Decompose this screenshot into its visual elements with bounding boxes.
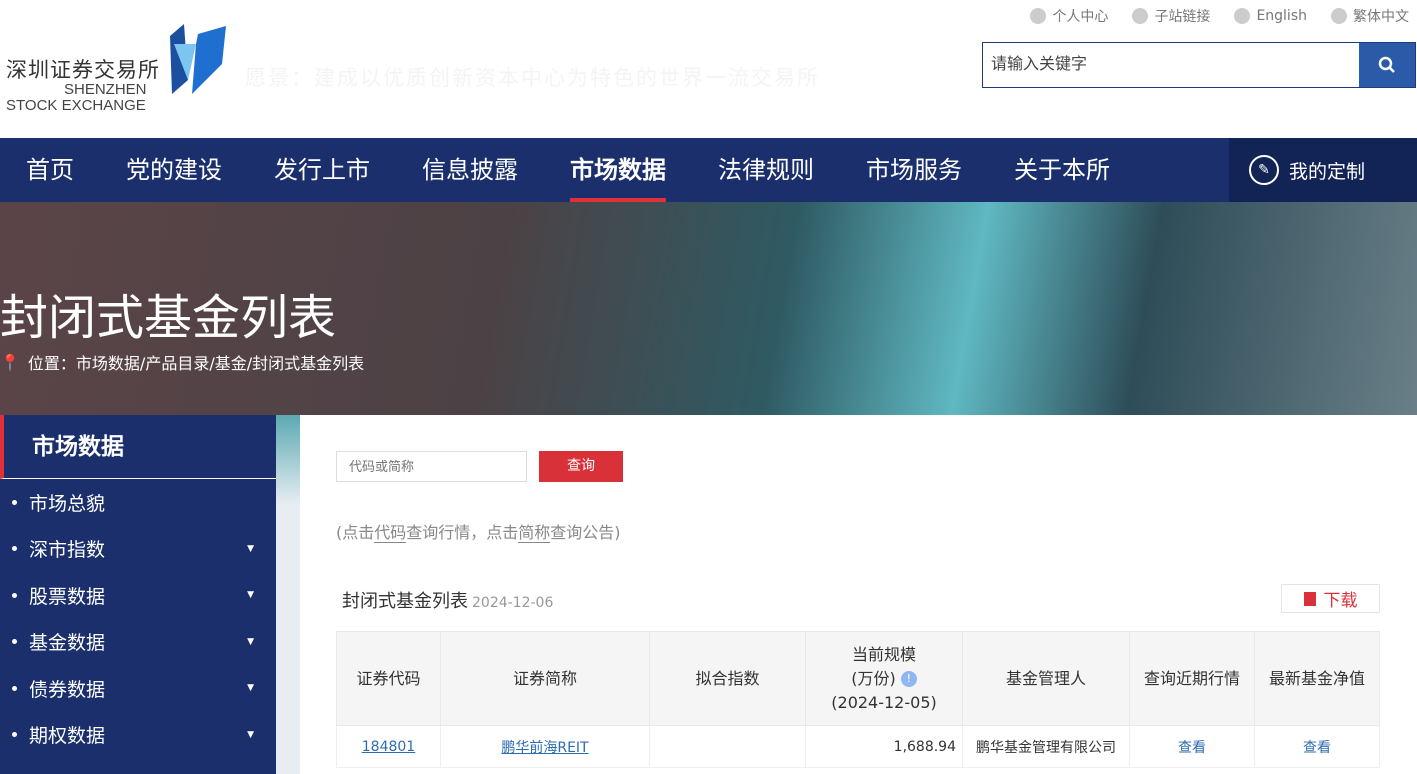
caret-down-icon: ▼	[247, 729, 254, 740]
list-date: 2024-12-06	[472, 595, 554, 611]
nav-about[interactable]: 关于本所	[988, 138, 1136, 202]
sidebar-item-index[interactable]: 深市指数 ▼	[0, 526, 276, 573]
my-custom-button[interactable]: ✎ 我的定制	[1229, 138, 1417, 202]
sidebar-item-overview[interactable]: 市场总貌	[0, 479, 276, 526]
vision-slogan: 愿景：建成以优质创新资本中心为特色的世界一流交易所	[245, 66, 820, 90]
sidebar-item-bond[interactable]: 债券数据 ▼	[0, 665, 276, 712]
fund-code-link[interactable]: 184801	[362, 739, 415, 755]
search-icon	[1378, 56, 1395, 73]
custom-icon: ✎	[1249, 155, 1279, 185]
col-quote: 查询近期行情	[1129, 631, 1255, 726]
col-manager: 基金管理人	[962, 631, 1130, 726]
col-nav: 最新基金净值	[1254, 631, 1380, 726]
excel-icon	[1303, 591, 1316, 606]
nav-home[interactable]: 首页	[0, 138, 100, 202]
user-center-link[interactable]: 个人中心	[1030, 6, 1108, 26]
fund-manager: 鹏华基金管理有限公司	[962, 725, 1130, 768]
query-button[interactable]: 查询	[539, 451, 623, 482]
col-scale: 当前规模 (万份) ! (2024-12-05)	[805, 631, 963, 726]
caret-down-icon: ▼	[247, 543, 254, 554]
site-search	[982, 42, 1416, 88]
download-button[interactable]: 下载	[1281, 584, 1380, 613]
sidebar-item-stock[interactable]: 股票数据 ▼	[0, 572, 276, 619]
col-code: 证券代码	[336, 631, 441, 726]
link-icon	[1132, 8, 1149, 24]
globe-icon	[1234, 8, 1251, 24]
caret-down-icon: ▼	[247, 683, 254, 694]
globe-icon	[1331, 8, 1347, 24]
subsite-link[interactable]: 子站链接	[1132, 6, 1210, 26]
fund-scale: 1,688.94	[805, 725, 963, 768]
nav-listing[interactable]: 发行上市	[248, 138, 396, 202]
page-title: 封闭式基金列表	[0, 290, 337, 346]
view-nav-link[interactable]: 查看	[1254, 725, 1380, 768]
sidebar-title: 市场数据	[0, 415, 276, 479]
custom-label: 我的定制	[1289, 160, 1366, 183]
logo-text-cn: 深圳证券交易所	[6, 58, 160, 82]
info-icon[interactable]: !	[900, 671, 917, 687]
header: 深圳证券交易所 SHENZHEN STOCK EXCHANGE 愿景：建成以优质创…	[0, 0, 1417, 138]
list-title: 封闭式基金列表 2024-12-06	[342, 591, 554, 612]
user-icon	[1030, 8, 1047, 24]
nav-party[interactable]: 党的建设	[100, 138, 248, 202]
banner: 封闭式基金列表 📍 位置：市场数据/产品目录/基金/封闭式基金列表	[0, 202, 1417, 415]
nav-disclosure[interactable]: 信息披露	[396, 138, 544, 202]
sidebar-item-option[interactable]: 期权数据 ▼	[0, 712, 276, 759]
col-index: 拟合指数	[649, 631, 806, 726]
table-row: 184801 鹏华前海REIT 1,688.94 鹏华基金管理有限公司 查看 查…	[336, 725, 1380, 768]
english-link[interactable]: English	[1234, 6, 1307, 26]
sidebar-item-fund[interactable]: 基金数据 ▼	[0, 619, 276, 666]
sidebar: 市场数据 市场总貌 深市指数 ▼ 股票数据 ▼ 基金数据 ▼ 债券数据 ▼ 期权数据 ▼	[0, 415, 276, 774]
caret-down-icon: ▼	[247, 636, 254, 647]
logo-text-en: SHENZHEN STOCK EXCHANGE	[6, 81, 147, 114]
nav-rules[interactable]: 法律规则	[692, 138, 840, 202]
caret-down-icon: ▼	[247, 590, 254, 601]
background-strip	[276, 415, 300, 774]
traditional-chinese-link[interactable]: 繁体中文	[1331, 6, 1409, 26]
nav-market-data[interactable]: 市场数据	[544, 138, 692, 202]
main-nav: 首页 党的建设 发行上市 信息披露 市场数据 法律规则 市场服务 关于本所 ✎ 我…	[0, 138, 1417, 202]
content: 查询 (点击代码查询行情，点击简称查询公告) 封闭式基金列表2024-12-06…	[300, 415, 1417, 774]
col-name: 证券简称	[440, 631, 650, 726]
location-pin-icon: 📍	[0, 352, 20, 372]
fund-table: 证券代码 证券简称 拟合指数 当前规模 (万份) ! (2024-12-05) 基金…	[336, 631, 1380, 768]
search-button[interactable]	[1359, 43, 1415, 87]
nav-services[interactable]: 市场服务	[840, 138, 988, 202]
query-hint: (点击代码查询行情，点击简称查询公告)	[336, 523, 621, 543]
code-search-input[interactable]	[336, 451, 527, 482]
fund-name-link[interactable]: 鹏华前海REIT	[501, 740, 588, 756]
view-quote-link[interactable]: 查看	[1129, 725, 1255, 768]
szse-logo-icon[interactable]	[168, 24, 228, 102]
fund-index	[649, 725, 806, 768]
search-input[interactable]	[983, 43, 1359, 87]
breadcrumb: 📍 位置：市场数据/产品目录/基金/封闭式基金列表	[0, 352, 365, 374]
